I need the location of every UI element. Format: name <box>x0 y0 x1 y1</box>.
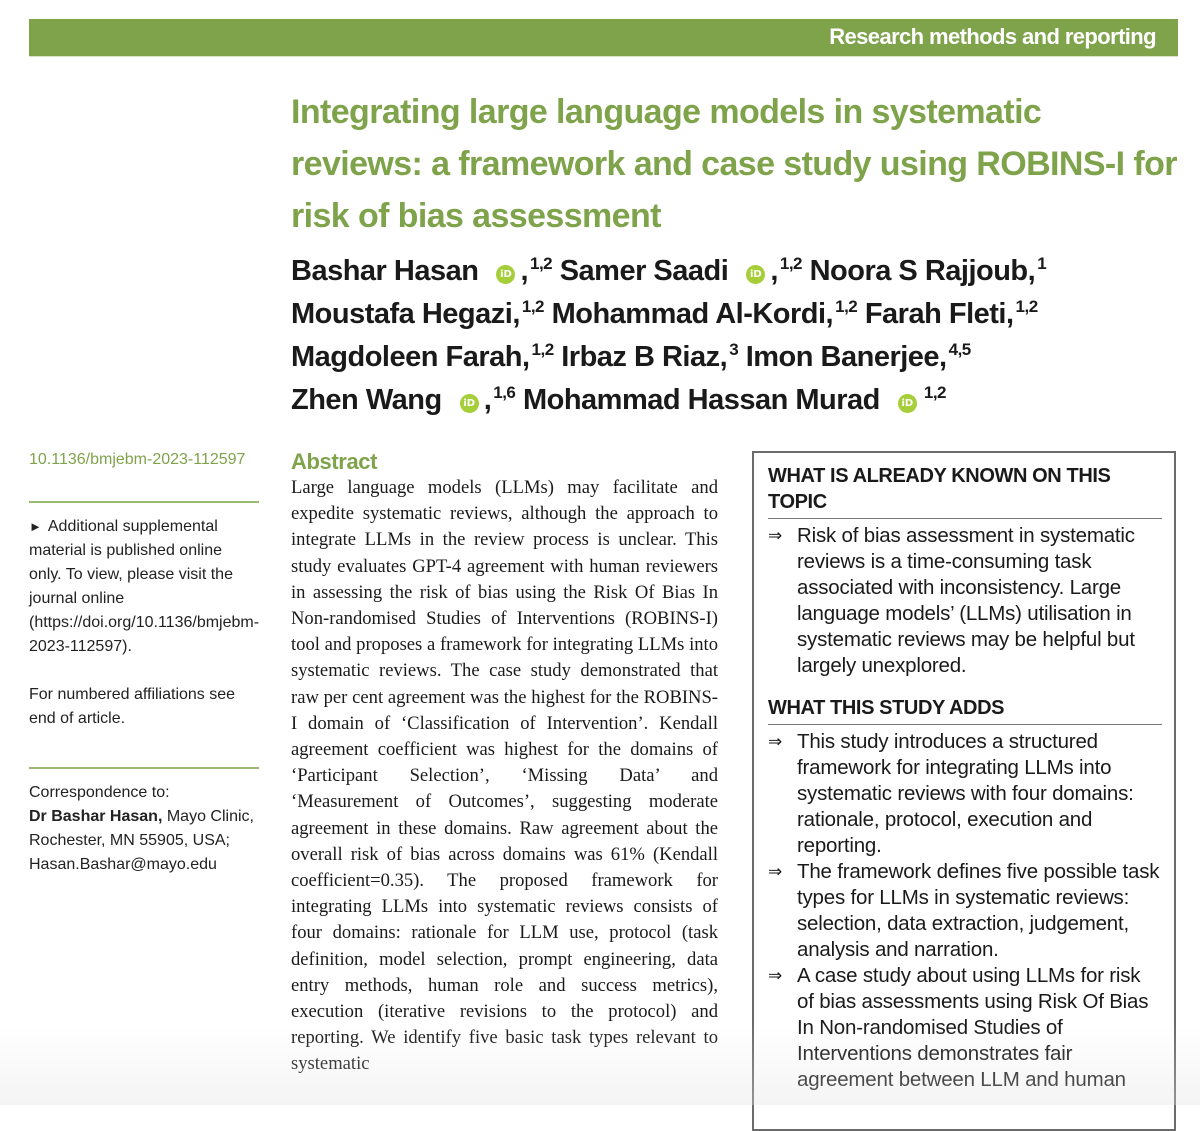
author-name: Samer Saadi iD, 1,2 <box>559 254 803 287</box>
supplemental-note: ► Additional supplemental material is pub… <box>29 515 259 659</box>
author-name: Irbaz B Riaz, 3 <box>561 341 738 373</box>
sidebar-divider <box>29 501 259 503</box>
triangle-right-icon: ► <box>29 519 42 534</box>
correspondence-details: Dr Bashar Hasan, Mayo Clinic, Rochester,… <box>29 805 259 853</box>
author-name-text: Samer Saadi <box>559 255 729 287</box>
sidebar-divider <box>29 767 259 769</box>
affiliation-superscript: 1,2 <box>779 254 803 273</box>
doi-link[interactable]: 10.1136/bmjebm-2023-112597 <box>29 448 259 472</box>
author-name-text: Farah Fleti, <box>864 298 1014 330</box>
affiliation-superscript: 1,2 <box>835 297 858 316</box>
abstract-heading: Abstract <box>291 449 378 474</box>
key-message-text: The framework defines five possible task… <box>797 860 1160 961</box>
double-arrow-icon: ⇒ <box>768 862 783 881</box>
orcid-icon[interactable]: iD <box>459 394 479 413</box>
adds-heading: WHAT THIS STUDY ADDS <box>768 695 1162 725</box>
correspondence-label: Correspondence to: <box>29 784 170 801</box>
article-title: Integrating large language models in sys… <box>291 93 1177 235</box>
correspondence-name: Dr Bashar Hasan, <box>29 808 163 825</box>
author-name: Moustafa Hegazi, 1,2 <box>291 297 545 330</box>
orcid-icon[interactable]: iD <box>897 394 917 413</box>
author-list: Bashar Hasan iD, 1,2 Samer Saadi iD, 1,2 Noo… <box>291 250 1171 422</box>
author-name-text: Imon Banerjee, <box>745 341 947 373</box>
abstract-section: Abstract Large language models (LLMs) ma… <box>291 449 718 1078</box>
author-separator: , <box>770 255 778 287</box>
author-name-text: Irbaz B Riaz, <box>561 341 728 373</box>
affiliation-superscript: 1,2 <box>531 340 555 359</box>
key-messages-box: WHAT IS ALREADY KNOWN ON THIS TOPIC ⇒ Ris… <box>752 451 1176 1131</box>
author-name-text: Noora S Rajjoub, <box>809 255 1036 287</box>
author-name: Zhen Wang iD, 1,6 <box>291 383 516 416</box>
adds-list: ⇒ This study introduces a structured fram… <box>768 729 1162 1093</box>
key-message-text: A case study about using LLMs for risk o… <box>797 964 1149 1091</box>
affiliations-note: For numbered affiliations see end of art… <box>29 686 236 727</box>
author-name-text: Mohammad Al-Kordi, <box>551 298 834 330</box>
author-name-text: Moustafa Hegazi, <box>291 298 520 330</box>
known-heading: WHAT IS ALREADY KNOWN ON THIS TOPIC <box>768 463 1162 519</box>
article-sidebar: 10.1136/bmjebm-2023-112597 ► Additional s… <box>29 448 259 877</box>
affiliation-superscript: 1,2 <box>923 383 947 402</box>
author-name: Mohammad Hassan Murad iD 1,2 <box>522 383 947 416</box>
key-message-text: This study introduces a structured frame… <box>797 730 1134 857</box>
author-separator: , <box>483 384 492 416</box>
key-message-item: ⇒ This study introduces a structured fram… <box>768 729 1162 859</box>
affiliation-superscript: 4,5 <box>948 340 972 359</box>
orcid-icon[interactable]: iD <box>746 265 766 284</box>
key-message-text: Risk of bias assessment in systematic re… <box>797 524 1135 677</box>
author-name: Farah Fleti, 1,2 <box>865 298 1038 330</box>
known-list: ⇒ Risk of bias assessment in systematic r… <box>768 523 1162 679</box>
supplemental-text: Additional supplemental material is publ… <box>29 518 260 655</box>
author-name: Noora S Rajjoub, 1 <box>810 255 1047 287</box>
affiliation-superscript: 1,2 <box>530 254 553 273</box>
author-separator: , <box>520 255 528 287</box>
affiliation-superscript: 1,2 <box>521 297 545 316</box>
author-name: Imon Banerjee, 4,5 <box>745 340 972 373</box>
author-name-text: Magdoleen Farah, <box>291 341 530 373</box>
author-name: Bashar Hasan iD, 1,2 <box>291 254 553 287</box>
orcid-icon[interactable]: iD <box>496 265 516 284</box>
author-name: Magdoleen Farah, 1,2 <box>291 341 554 373</box>
double-arrow-icon: ⇒ <box>768 966 783 985</box>
key-message-item: ⇒ A case study about using LLMs for risk … <box>768 963 1162 1093</box>
affiliation-superscript: 1,6 <box>493 383 516 402</box>
author-name-text: Mohammad Hassan Murad <box>522 384 880 416</box>
author-name-text: Bashar Hasan <box>291 255 479 287</box>
key-message-item: ⇒ Risk of bias assessment in systematic r… <box>768 523 1162 679</box>
correspondence-email[interactable]: Hasan.Bashar@mayo.edu <box>29 853 259 877</box>
section-banner: Research methods and reporting <box>29 19 1178 57</box>
double-arrow-icon: ⇒ <box>768 732 783 751</box>
key-message-item: ⇒ The framework defines five possible tas… <box>768 859 1162 963</box>
author-name-text: Zhen Wang <box>291 384 442 416</box>
affiliation-superscript: 3 <box>729 340 739 359</box>
section-label: Research methods and reporting <box>829 24 1156 49</box>
author-name: Mohammad Al-Kordi, 1,2 <box>552 298 858 330</box>
affiliation-superscript: 1 <box>1037 254 1047 273</box>
affiliation-superscript: 1,2 <box>1015 297 1039 316</box>
abstract-body: Large language models (LLMs) may facilit… <box>291 477 718 1075</box>
double-arrow-icon: ⇒ <box>768 526 783 545</box>
